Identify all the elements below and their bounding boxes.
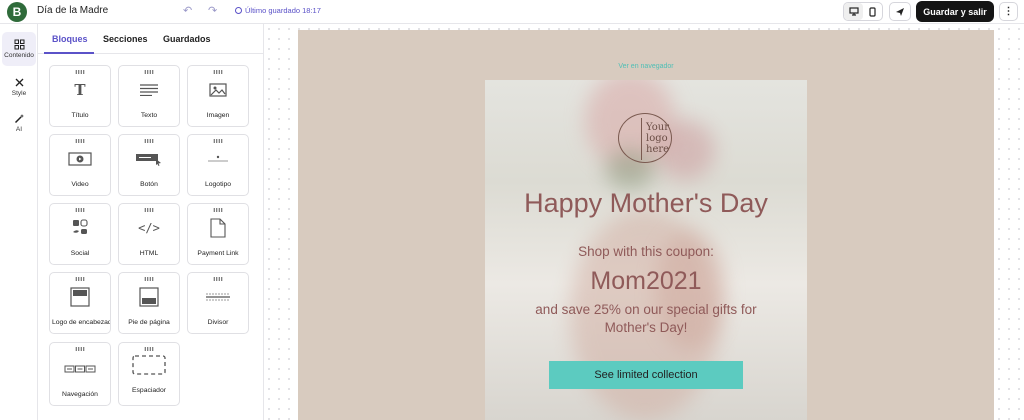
redo-icon[interactable]: ↷ <box>208 4 217 17</box>
social-icon <box>73 219 88 234</box>
logo-divider <box>641 118 642 160</box>
block-social[interactable]: Social <box>49 203 111 265</box>
tab-bloques[interactable]: Bloques <box>52 34 88 44</box>
tab-secciones[interactable]: Secciones <box>103 34 148 44</box>
block-video[interactable]: Video <box>49 134 111 196</box>
navigation-icon <box>64 365 96 373</box>
block-label: Divisor <box>207 319 229 326</box>
drag-handle-icon[interactable] <box>144 277 154 281</box>
block-logo[interactable]: Logotipo <box>187 134 249 196</box>
document-title[interactable]: Día de la Madre <box>37 5 108 16</box>
block-html[interactable]: </> HTML <box>118 203 180 265</box>
block-label: Payment Link <box>197 250 239 257</box>
drag-handle-icon[interactable] <box>144 347 154 351</box>
grid-icon <box>14 39 24 50</box>
drag-handle-icon[interactable] <box>75 277 85 281</box>
block-label: Logo de encabezado <box>52 319 110 326</box>
code-icon: </> <box>138 221 160 235</box>
brush-icon <box>15 78 23 87</box>
view-in-browser-link[interactable]: Ver en navegador <box>298 63 994 70</box>
save-and-exit-button[interactable]: Guardar y salir <box>916 1 994 22</box>
block-label: Navegación <box>62 391 98 398</box>
drag-handle-icon[interactable] <box>144 139 154 143</box>
block-text[interactable]: Texto <box>118 65 180 127</box>
desktop-preview-button[interactable] <box>844 3 863 20</box>
active-tab-indicator <box>44 52 94 54</box>
logo-icon <box>208 155 228 162</box>
rail-item-label: Style <box>11 90 27 97</box>
button-icon <box>136 154 161 166</box>
block-divider[interactable]: Divisor <box>187 272 249 334</box>
block-label: Imagen <box>206 112 230 119</box>
drag-handle-icon[interactable] <box>75 70 85 74</box>
last-saved-status: Último guardado 18:17 <box>235 6 321 15</box>
text-icon <box>140 84 158 96</box>
brand-logo[interactable]: B <box>7 2 27 22</box>
more-options-button[interactable]: ⋮ <box>999 2 1018 21</box>
block-spacer[interactable]: Espaciador <box>118 342 180 406</box>
tab-guardados[interactable]: Guardados <box>163 34 211 44</box>
rail-item-label: AI <box>15 126 23 133</box>
video-icon <box>68 152 92 166</box>
block-label: Pie de página <box>128 319 170 326</box>
payment-link-icon <box>210 218 226 238</box>
drag-handle-icon[interactable] <box>75 208 85 212</box>
mobile-preview-button[interactable] <box>863 3 882 20</box>
drag-handle-icon[interactable] <box>144 208 154 212</box>
header-logo-icon <box>70 287 90 307</box>
coupon-code[interactable]: Mom2021 <box>485 267 807 296</box>
block-label: Video <box>71 181 89 188</box>
desktop-icon <box>848 7 859 16</box>
rail-item-ai[interactable]: AI <box>2 106 36 140</box>
footer-icon <box>139 287 159 307</box>
magic-wand-icon <box>14 114 24 124</box>
block-label: Logotipo <box>204 181 232 188</box>
block-payment-link[interactable]: Payment Link <box>187 203 249 265</box>
rail-item-label: Contenido <box>4 52 34 59</box>
logo-placeholder-text: Your logo here <box>646 122 670 155</box>
block-label: Social <box>70 250 90 257</box>
clock-icon <box>235 7 242 14</box>
drag-handle-icon[interactable] <box>213 70 223 74</box>
spacer-icon <box>132 355 166 375</box>
block-label: Espaciador <box>131 387 166 394</box>
device-preview-toggle <box>843 2 883 21</box>
block-footer[interactable]: Pie de página <box>118 272 180 334</box>
block-navigation[interactable]: Navegación <box>49 342 111 406</box>
last-saved-text: Último guardado 18:17 <box>245 6 321 15</box>
send-test-button[interactable] <box>889 2 911 21</box>
more-vertical-icon: ⋮ <box>1003 6 1014 17</box>
block-label: HTML <box>139 250 159 257</box>
block-image[interactable]: Imagen <box>187 65 249 127</box>
cta-button[interactable]: See limited collection <box>549 361 743 389</box>
block-button[interactable]: Botón <box>118 134 180 196</box>
image-icon <box>209 83 227 97</box>
block-label: Texto <box>140 112 158 119</box>
undo-icon[interactable]: ↶ <box>183 4 192 17</box>
left-rail: Contenido Style AI <box>0 24 38 420</box>
email-body-text[interactable]: and save 25% on our special gifts for Mo… <box>520 301 772 337</box>
rail-item-contenido[interactable]: Contenido <box>2 32 36 66</box>
block-label: Botón <box>140 181 158 188</box>
block-title[interactable]: T Título <box>49 65 111 127</box>
rail-item-style[interactable]: Style <box>2 70 36 104</box>
drag-handle-icon[interactable] <box>213 208 223 212</box>
drag-handle-icon[interactable] <box>144 70 154 74</box>
email-headline[interactable]: Happy Mother's Day <box>485 188 807 219</box>
panel-tabs: Bloques Secciones Guardados <box>38 24 264 54</box>
block-label: Título <box>71 112 89 119</box>
block-header-logo[interactable]: Logo de encabezado <box>49 272 111 334</box>
drag-handle-icon[interactable] <box>213 139 223 143</box>
drag-handle-icon[interactable] <box>75 139 85 143</box>
title-icon: T <box>74 81 86 99</box>
drag-handle-icon[interactable] <box>75 347 85 351</box>
drag-handle-icon[interactable] <box>213 277 223 281</box>
divider-icon <box>206 293 230 301</box>
email-subhead[interactable]: Shop with this coupon: <box>485 244 807 259</box>
top-bar: B Día de la Madre ↶ ↷ Último guardado 18… <box>0 0 1024 24</box>
mobile-icon <box>869 6 876 17</box>
send-icon <box>896 7 904 16</box>
